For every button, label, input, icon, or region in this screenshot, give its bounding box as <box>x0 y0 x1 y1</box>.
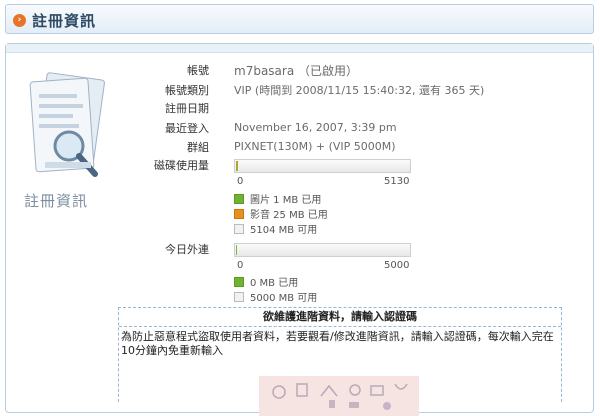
white-swatch-icon <box>234 223 244 234</box>
orange-swatch-icon <box>234 208 244 219</box>
orange-arrow-icon: › <box>13 14 26 27</box>
account-label: 帳號 <box>187 64 209 77</box>
legend-media-text: 影音 25 MB 已用 <box>250 210 328 221</box>
legend-traffic-free-text: 5000 MB 可用 <box>250 293 318 304</box>
disk-usage-bar <box>234 159 411 173</box>
page-header: › 註冊資訊 <box>5 4 594 34</box>
account-value: m7basara （已啟用） <box>234 64 359 78</box>
traffic-label: 今日外連 <box>165 243 209 256</box>
traffic-fill <box>236 245 237 255</box>
legend-traffic-used-text: 0 MB 已用 <box>250 278 299 289</box>
verify-description: 為防止惡意程式盜取使用者資料，若要觀看/修改進階資訊，請輸入認證碼，每次輸入完在… <box>121 330 554 357</box>
verify-heading: 欲維護進階資料，請輸入認證碼 <box>119 308 561 327</box>
disk-tick-max: 5130 <box>384 176 410 187</box>
disk-tick-min: 0 <box>237 176 244 187</box>
panel-top-strip <box>6 44 593 53</box>
white-swatch-icon <box>234 291 244 302</box>
green-swatch-icon <box>234 193 244 204</box>
sidebar-label: 註冊資訊 <box>24 192 89 210</box>
disk-media-fill <box>237 161 238 171</box>
traffic-bar <box>234 243 411 257</box>
group-label: 群組 <box>187 141 209 154</box>
legend-media: 影音 25 MB 已用 <box>234 207 328 221</box>
legend-photo-text: 圖片 1 MB 已用 <box>250 195 322 206</box>
legend-disk-free-text: 5104 MB 可用 <box>250 225 318 236</box>
captcha-image <box>259 376 419 416</box>
legend-photo: 圖片 1 MB 已用 <box>234 192 322 206</box>
last-login-label: 最近登入 <box>165 122 209 135</box>
register-date-label: 註冊日期 <box>165 102 209 115</box>
account-type-value: VIP (時間到 2008/11/15 15:40:32, 還有 365 天) <box>234 84 485 97</box>
group-value: PIXNET(130M) + (VIP 5000M) <box>234 140 396 153</box>
green-swatch-icon <box>234 276 244 287</box>
account-type-label: 帳號類別 <box>165 84 209 97</box>
last-login-value: November 16, 2007, 3:39 pm <box>234 121 397 134</box>
legend-traffic-used: 0 MB 已用 <box>234 275 299 289</box>
page-title: 註冊資訊 <box>32 12 97 30</box>
traffic-tick-min: 0 <box>237 260 244 271</box>
legend-disk-free: 5104 MB 可用 <box>234 222 318 236</box>
disk-usage-label: 磁碟使用量 <box>154 159 209 172</box>
legend-traffic-free: 5000 MB 可用 <box>234 290 318 304</box>
traffic-tick-max: 5000 <box>384 260 410 271</box>
verify-section: 欲維護進階資料，請輸入認證碼 為防止惡意程式盜取使用者資料，若要觀看/修改進階資… <box>118 307 562 416</box>
document-magnifier-icon <box>29 72 105 177</box>
